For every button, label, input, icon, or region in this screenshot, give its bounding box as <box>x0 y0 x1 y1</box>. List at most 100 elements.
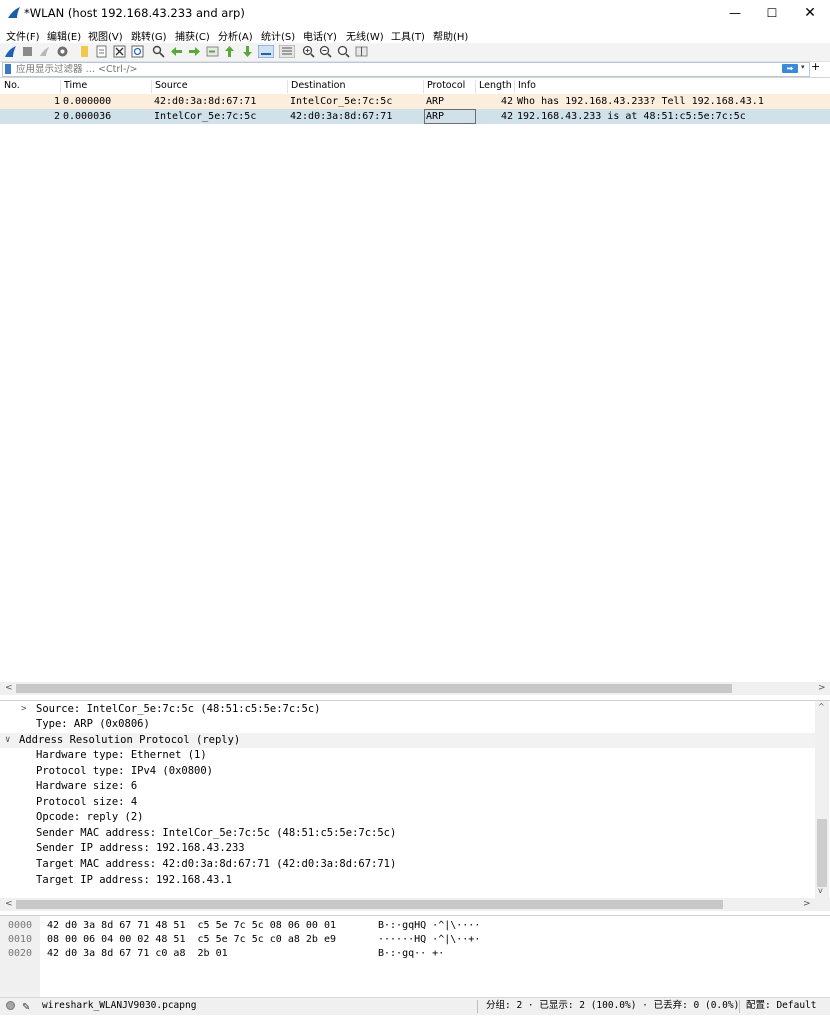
scroll-right-icon[interactable]: > <box>803 898 811 911</box>
detail-line[interactable]: Protocol type: IPv4 (0x0800) <box>0 764 815 779</box>
filter-bookmark-icon[interactable] <box>5 64 11 74</box>
start-capture-icon[interactable] <box>4 45 17 58</box>
colorize-icon[interactable] <box>279 45 295 58</box>
minimize-button[interactable]: — <box>716 0 754 26</box>
go-back-icon[interactable] <box>170 45 183 58</box>
menu-wireless[interactable]: 无线(W) <box>346 28 384 43</box>
bytes-ascii[interactable]: B·:·gq·· +· <box>378 947 444 961</box>
expand-icon[interactable]: > <box>21 702 31 717</box>
detail-line[interactable]: Target MAC address: 42:d0:3a:8d:67:71 (4… <box>0 857 815 872</box>
packet-details-pane: > Source: IntelCor_5e:7c:5c (48:51:c5:5e… <box>0 700 830 898</box>
bytes-hex[interactable]: 42 d0 3a 8d 67 71 48 51 c5 5e 7c 5c 08 0… <box>47 919 336 933</box>
detail-line[interactable]: Hardware size: 6 <box>0 779 815 794</box>
packet-no: 1 <box>53 96 60 107</box>
details-hscrollbar[interactable]: < > <box>0 898 830 911</box>
bytes-offset: 0020 <box>8 948 33 959</box>
display-filter-input[interactable] <box>16 63 776 76</box>
packet-row-selected[interactable]: 2 0.000036 IntelCor_5e:7c:5c 42:d0:3a:8d… <box>0 109 830 124</box>
find-packet-icon[interactable] <box>152 45 165 58</box>
detail-line[interactable]: Target IP address: 192.168.43.1 <box>0 873 815 888</box>
zoom-in-icon[interactable] <box>302 45 315 58</box>
scroll-up-icon[interactable]: ^ <box>818 702 825 711</box>
menu-file[interactable]: 文件(F) <box>6 28 40 43</box>
detail-line[interactable]: Protocol size: 4 <box>0 795 815 810</box>
go-last-icon[interactable] <box>241 45 254 58</box>
bytes-offset: 0000 <box>8 920 33 931</box>
resize-columns-icon[interactable] <box>355 45 368 58</box>
detail-line[interactable]: Sender IP address: 192.168.43.233 <box>0 841 815 856</box>
menu-telephony[interactable]: 电话(Y) <box>303 28 337 43</box>
menu-capture[interactable]: 捕获(C) <box>175 28 210 43</box>
menu-edit[interactable]: 编辑(E) <box>47 28 81 43</box>
close-file-icon[interactable] <box>113 45 126 58</box>
capture-options-icon[interactable] <box>56 45 69 58</box>
column-header-source[interactable]: Source <box>151 80 287 93</box>
column-header-destination[interactable]: Destination <box>287 80 423 93</box>
column-header-info[interactable]: Info <box>514 80 818 93</box>
window-title: *WLAN (host 192.168.43.233 and arp) <box>24 6 245 20</box>
bytes-ascii[interactable]: ······HQ ·^|\··+· <box>378 933 480 947</box>
filter-dropdown-icon[interactable]: ▾ <box>801 63 805 71</box>
menu-tools[interactable]: 工具(T) <box>391 28 425 43</box>
scroll-left-icon[interactable]: < <box>5 898 13 911</box>
column-header-length[interactable]: Length <box>475 80 515 93</box>
packet-protocol: ARP <box>426 96 445 107</box>
menu-go[interactable]: 跳转(G) <box>131 28 167 43</box>
zoom-normal-icon[interactable] <box>337 45 350 58</box>
detail-line[interactable]: Opcode: reply (2) <box>0 810 815 825</box>
detail-text: Source: IntelCor_5e:7c:5c (48:51:c5:5e:7… <box>36 703 321 715</box>
go-to-packet-icon[interactable] <box>206 45 219 58</box>
save-file-icon[interactable] <box>95 45 108 58</box>
stop-capture-icon[interactable] <box>21 45 34 58</box>
menu-analyze[interactable]: 分析(A) <box>218 28 253 43</box>
filter-apply-button[interactable]: ➡ <box>782 64 798 73</box>
column-header-no[interactable]: No. <box>1 80 61 93</box>
maximize-button[interactable]: ☐ <box>753 0 791 26</box>
go-forward-icon[interactable] <box>188 45 201 58</box>
status-profile[interactable]: 配置: Default <box>746 998 816 1014</box>
expert-info-icon[interactable] <box>6 1001 15 1010</box>
scroll-down-icon[interactable]: v <box>818 886 823 895</box>
detail-text: Type: ARP (0x0806) <box>36 718 150 730</box>
packet-destination: 42:d0:3a:8d:67:71 <box>290 111 393 122</box>
detail-line-source[interactable]: > Source: IntelCor_5e:7c:5c (48:51:c5:5e… <box>0 702 815 717</box>
bytes-ascii[interactable]: B·:·gqHQ ·^|\···· <box>378 919 480 933</box>
title-bar: *WLAN (host 192.168.43.233 and arp) — ☐ … <box>0 0 830 26</box>
menu-statistics[interactable]: 统计(S) <box>261 28 295 43</box>
restart-capture-icon[interactable] <box>38 45 51 58</box>
menu-help[interactable]: 帮助(H) <box>433 28 468 43</box>
detail-text: Protocol size: 4 <box>36 796 138 808</box>
detail-text: Protocol type: IPv4 (0x0800) <box>36 765 214 777</box>
detail-line[interactable]: Sender MAC address: IntelCor_5e:7c:5c (4… <box>0 826 815 841</box>
scroll-left-icon[interactable]: < <box>5 682 13 695</box>
reload-file-icon[interactable] <box>131 45 144 58</box>
auto-scroll-icon[interactable] <box>258 45 274 58</box>
scrollbar-thumb[interactable] <box>817 819 827 887</box>
status-file-name: wireshark_WLANJV9030.pcapng <box>42 1000 197 1011</box>
scrollbar-thumb[interactable] <box>16 684 732 693</box>
scrollbar-thumb[interactable] <box>16 900 723 909</box>
packet-list-hscrollbar[interactable]: < > <box>0 682 830 695</box>
packet-row[interactable]: 1 0.000000 42:d0:3a:8d:67:71 IntelCor_5e… <box>0 94 830 109</box>
bytes-hex[interactable]: 42 d0 3a 8d 67 71 c0 a8 2b 01 <box>47 947 228 961</box>
detail-line[interactable]: Hardware type: Ethernet (1) <box>0 748 815 763</box>
collapse-icon[interactable]: ∨ <box>5 733 15 748</box>
details-vscrollbar[interactable]: ^ v <box>815 701 829 898</box>
detail-text: Target IP address: 192.168.43.1 <box>36 874 232 886</box>
status-bar: ✎ wireshark_WLANJV9030.pcapng 分组: 2 · 已显… <box>0 997 830 1015</box>
scroll-right-icon[interactable]: > <box>818 682 826 695</box>
column-header-protocol[interactable]: Protocol <box>423 80 475 93</box>
menu-view[interactable]: 视图(V) <box>88 28 123 43</box>
packet-source: 42:d0:3a:8d:67:71 <box>154 96 257 107</box>
status-divider <box>477 1000 478 1013</box>
bytes-hex[interactable]: 08 00 06 04 00 02 48 51 c5 5e 7c 5c c0 a… <box>47 933 336 947</box>
column-header-time[interactable]: Time <box>60 80 151 93</box>
detail-line-arp[interactable]: ∨ Address Resolution Protocol (reply) <box>0 733 815 748</box>
zoom-out-icon[interactable] <box>319 45 332 58</box>
detail-text: Target MAC address: 42:d0:3a:8d:67:71 (4… <box>36 858 397 870</box>
add-filter-button[interactable]: + <box>811 60 820 73</box>
open-file-icon[interactable] <box>78 45 91 58</box>
detail-line-type[interactable]: Type: ARP (0x0806) <box>0 717 815 732</box>
go-first-icon[interactable] <box>223 45 236 58</box>
close-button[interactable]: ✕ <box>791 0 829 26</box>
